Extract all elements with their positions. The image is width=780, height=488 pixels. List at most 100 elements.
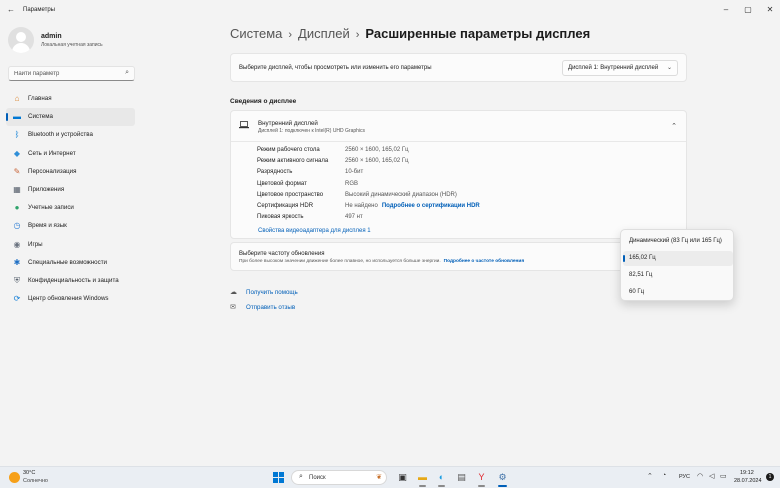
display-info-header[interactable]: Внутренний дисплей Дисплей 1: подключен …	[231, 111, 686, 142]
windows-update-icon: ⟳	[13, 294, 21, 304]
tray-chevron-up-icon[interactable]: ⌃	[647, 472, 653, 480]
refresh-rate-description-text: При более высоком значении движение боле…	[239, 259, 441, 264]
property-value: 10-бит	[345, 169, 363, 175]
display-dropdown[interactable]: Дисплей 1: Внутренний дисплей ⌄	[562, 60, 678, 76]
back-arrow-icon[interactable]: ←	[7, 5, 15, 14]
refresh-rate-dropdown-menu: Динамический (83 Гц или 165 Гц) 165,02 Гц…	[620, 229, 734, 301]
task-view-icon[interactable]: ▣	[396, 471, 409, 484]
sidebar-item[interactable]: ◉ Игры	[6, 236, 135, 254]
adapter-properties-link[interactable]: Свойства видеоадаптера для дисплея 1	[258, 228, 371, 234]
display-info-card: Внутренний дисплей Дисплей 1: подключен …	[230, 110, 687, 239]
system-icon: ▬	[13, 112, 21, 122]
search-input[interactable]	[14, 69, 119, 79]
weather-description[interactable]: Солнечно	[23, 478, 48, 484]
refresh-rate-option[interactable]: 82,51 Гц	[623, 268, 733, 283]
sidebar-item-label: Время и язык	[28, 222, 67, 230]
property-value-text: Не найдено	[345, 202, 378, 209]
sidebar-item-label: Система	[28, 113, 53, 121]
refresh-rate-option-label: Динамический (83 Гц или 165 Гц)	[629, 238, 722, 244]
property-value-text: RGB	[345, 180, 359, 187]
maximize-button[interactable]: ▢	[737, 3, 759, 17]
refresh-rate-title: Выберите частоту обновления	[239, 251, 325, 257]
refresh-rate-option-label: 82,51 Гц	[629, 272, 653, 278]
sidebar-item[interactable]: ● Учетные записи	[6, 199, 135, 217]
settings-window: ← Параметры – ▢ ✕ admin Локальная учетна…	[0, 0, 780, 466]
wifi-icon[interactable]: ◠	[697, 472, 703, 480]
property-key: Разрядность	[257, 169, 293, 176]
refresh-rate-learn-more-link[interactable]: Подробнее о частоте обновления	[444, 259, 524, 264]
sidebar-item[interactable]: ▬ Система	[6, 108, 135, 127]
breadcrumb-separator-icon: ›	[355, 29, 360, 41]
notification-badge[interactable]: 1	[766, 473, 774, 481]
avatar-head-shape	[16, 32, 26, 42]
section-title-display-info: Сведения о дисплее	[230, 98, 297, 105]
refresh-rate-option[interactable]: 165,02 Гц	[623, 251, 733, 266]
search-icon[interactable]: ⌕	[125, 69, 129, 77]
minimize-button[interactable]: –	[715, 3, 737, 17]
display-name: Внутренний дисплей	[258, 120, 318, 127]
language-indicator[interactable]: РУС	[679, 474, 690, 480]
property-key: Режим рабочего стола	[257, 147, 320, 153]
home-icon: ⌂	[14, 94, 20, 103]
refresh-rate-option[interactable]: 60 Гц	[623, 285, 733, 300]
breadcrumb-system[interactable]: Система	[230, 26, 282, 41]
property-value: 497 нт	[345, 214, 363, 220]
bluetooth-icon: ᛒ	[14, 130, 20, 140]
display-select-card: Выберите дисплей, чтобы просмотреть или …	[230, 53, 687, 82]
property-key: Цветовой формат	[257, 180, 307, 187]
start-button[interactable]	[273, 472, 284, 483]
volume-icon[interactable]: ◁	[709, 472, 714, 480]
yandex-browser-icon[interactable]: Y	[475, 471, 488, 487]
refresh-rate-option-label: 60 Гц	[629, 289, 645, 295]
sun-icon[interactable]	[9, 472, 20, 483]
taskbar-search[interactable]: ⌕ Поиск ❦	[291, 470, 387, 485]
refresh-rate-description: При более высоком значении движение боле…	[239, 259, 524, 264]
clock-date[interactable]: 28.07.2024	[734, 478, 762, 484]
sidebar-item[interactable]: ᛒ Bluetooth и устройства	[6, 126, 135, 144]
sidebar-item[interactable]: ◷ Время и язык	[6, 217, 135, 235]
property-key: Пиковая яркость	[257, 214, 304, 221]
clock-time[interactable]: 19:12	[740, 470, 754, 476]
refresh-rate-option[interactable]: Динамический (83 Гц или 165 Гц)	[623, 234, 733, 249]
property-key: Режим активного сигнала	[257, 158, 329, 165]
accounts-icon: ●	[14, 203, 20, 213]
page-title: Расширенные параметры дисплея	[365, 26, 591, 41]
tray-app-icon[interactable]: ◔	[662, 472, 666, 479]
chevron-up-icon[interactable]: ⌃	[671, 122, 677, 130]
display-select-label: Выберите дисплей, чтобы просмотреть или …	[239, 65, 432, 71]
settings-gear-icon[interactable]: ⚙	[496, 471, 509, 487]
property-value-text: Высокий динамический диапазон (HDR)	[345, 191, 457, 198]
close-button[interactable]: ✕	[759, 3, 780, 17]
send-feedback-label: Отправить отзыв	[246, 304, 296, 311]
sidebar-item[interactable]: ⟳ Центр обновления Windows	[6, 290, 135, 308]
sidebar-item[interactable]: ◆ Сеть и Интернет	[6, 145, 135, 163]
sidebar-item[interactable]: ⌂ Главная	[6, 90, 135, 108]
sidebar-item[interactable]: ▦ Приложения	[6, 181, 135, 199]
breadcrumb: Система › Дисплей › Расширенные параметры ди…	[230, 26, 590, 41]
account-type: Локальная учетная запись	[41, 42, 103, 48]
edge-browser-icon[interactable]: ◐	[435, 471, 448, 487]
accessibility-icon: ✱	[13, 257, 21, 267]
file-explorer-icon[interactable]: ▬	[416, 471, 429, 487]
weather-temperature[interactable]: 30°C	[23, 470, 35, 476]
avatar-body-shape	[12, 43, 30, 53]
display-dropdown-value: Дисплей 1: Внутренний дисплей	[568, 65, 659, 71]
taskbar: 30°C Солнечно ⌕ Поиск ❦ ▣ ▬ ◐ ▤ Y ⚙ ⌃ ◔ …	[0, 466, 780, 488]
hdr-certification-link[interactable]: Подробнее о сертификации HDR	[382, 203, 480, 209]
property-value: 2560 × 1600, 165,02 Гц	[345, 158, 409, 164]
search-highlight-icon: ❦	[376, 474, 382, 481]
property-key: Сертификация HDR	[257, 202, 314, 209]
laptop-icon	[239, 121, 249, 131]
settings-search[interactable]: ⌕	[8, 66, 135, 81]
sidebar-item-label: Конфиденциальность и защита	[28, 276, 119, 284]
store-icon[interactable]: ▤	[455, 471, 468, 484]
breadcrumb-display[interactable]: Дисплей	[298, 26, 350, 41]
sidebar-item[interactable]: ✱ Специальные возможности	[6, 254, 135, 272]
sidebar-item-label: Персонализация	[28, 167, 77, 175]
property-value: 2560 × 1600, 165,02 Гц	[345, 147, 409, 153]
sidebar-item[interactable]: ✎ Персонализация	[6, 163, 135, 181]
battery-icon[interactable]: ▭	[720, 472, 727, 480]
sidebar-nav: ⌂ Главная ▬ Система ᛒ Bluetooth и устройства ◆…	[6, 90, 135, 308]
sidebar-item[interactable]: ⛨ Конфиденциальность и защита	[6, 272, 135, 290]
breadcrumb-separator-icon: ›	[288, 29, 293, 41]
